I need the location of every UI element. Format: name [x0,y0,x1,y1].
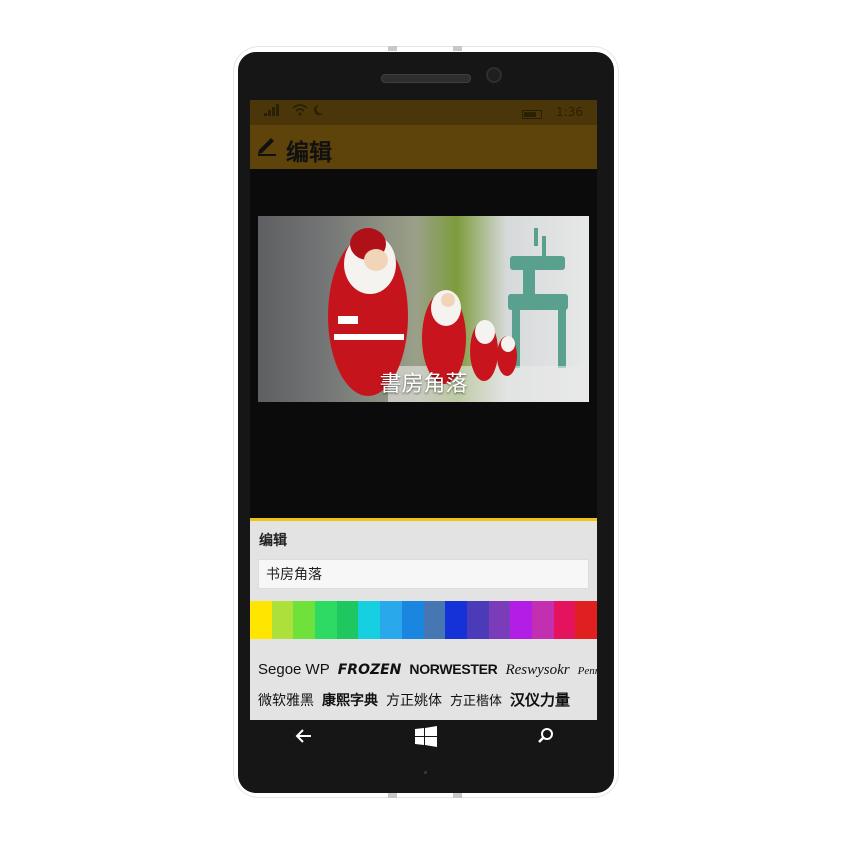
font-option[interactable]: FROZEN [338,662,402,678]
color-swatch[interactable] [423,601,446,639]
color-swatch[interactable] [271,601,294,639]
signal-icon [264,104,282,120]
photo-caption: 書房角落 [379,372,468,397]
status-clock: 1:36 [556,105,583,119]
color-swatch[interactable] [466,601,489,639]
color-swatch[interactable] [358,601,381,639]
pencil-icon [256,134,278,162]
color-swatch[interactable] [315,601,337,639]
font-option[interactable]: Reswysokr [505,662,569,679]
color-swatch[interactable] [445,601,467,639]
font-option[interactable]: Segoe WP [258,661,330,678]
color-swatch[interactable] [293,601,316,639]
caption-input[interactable] [258,559,589,589]
edit-panel: 编辑 Segoe WP FROZEN NORWESTER Reswysokr Penna… [250,518,597,720]
wifi-icon [292,104,308,120]
moon-icon [312,104,324,120]
front-camera [486,67,502,83]
status-bar: 1:36 [250,100,597,125]
page-title: 编辑 [286,140,332,166]
font-option[interactable]: Penna [578,665,597,677]
color-swatch[interactable] [336,601,359,639]
color-swatch[interactable] [380,601,402,639]
color-palette [250,601,597,639]
page-header: 编辑 [250,125,597,169]
nav-bar [250,720,597,760]
phone-side-button [388,793,397,798]
color-swatch[interactable] [531,601,554,639]
font-list-row-2: 微软雅黑 康熙字典 方正姚体 方正楷体 汉仪力量 [258,689,578,710]
font-option[interactable]: NORWESTER [409,661,497,677]
back-arrow-icon[interactable] [295,727,313,750]
edit-label: 编辑 [259,533,287,549]
color-swatch[interactable] [250,601,272,639]
home-indicator [424,771,427,774]
photo-preview[interactable]: 書房角落 [258,216,589,402]
app-screen: 1:36 编辑 書房角落 编辑 书房角落 Segoe WP FROZEN NOR… [250,100,597,720]
color-swatch[interactable] [575,601,597,639]
font-option[interactable]: 方正楷体 [450,690,502,709]
color-swatch[interactable] [488,601,511,639]
font-option[interactable]: 汉仪力量 [510,689,570,710]
color-swatch[interactable] [510,601,532,639]
font-option[interactable]: 康熙字典 [322,690,378,710]
color-swatch[interactable] [401,601,424,639]
windows-icon[interactable] [415,726,437,753]
phone-side-button [453,46,462,51]
font-option[interactable]: 微软雅黑 [258,690,314,710]
search-icon[interactable] [537,727,555,750]
color-swatch[interactable] [553,601,576,639]
battery-icon [522,110,542,119]
phone-side-button [453,793,462,798]
phone-speaker [381,74,471,83]
font-option[interactable]: 方正姚体 [386,690,442,710]
font-list-row-1: Segoe WPFROZENNORWESTERReswysokrPennaC [258,658,597,679]
phone-side-button [388,46,397,51]
